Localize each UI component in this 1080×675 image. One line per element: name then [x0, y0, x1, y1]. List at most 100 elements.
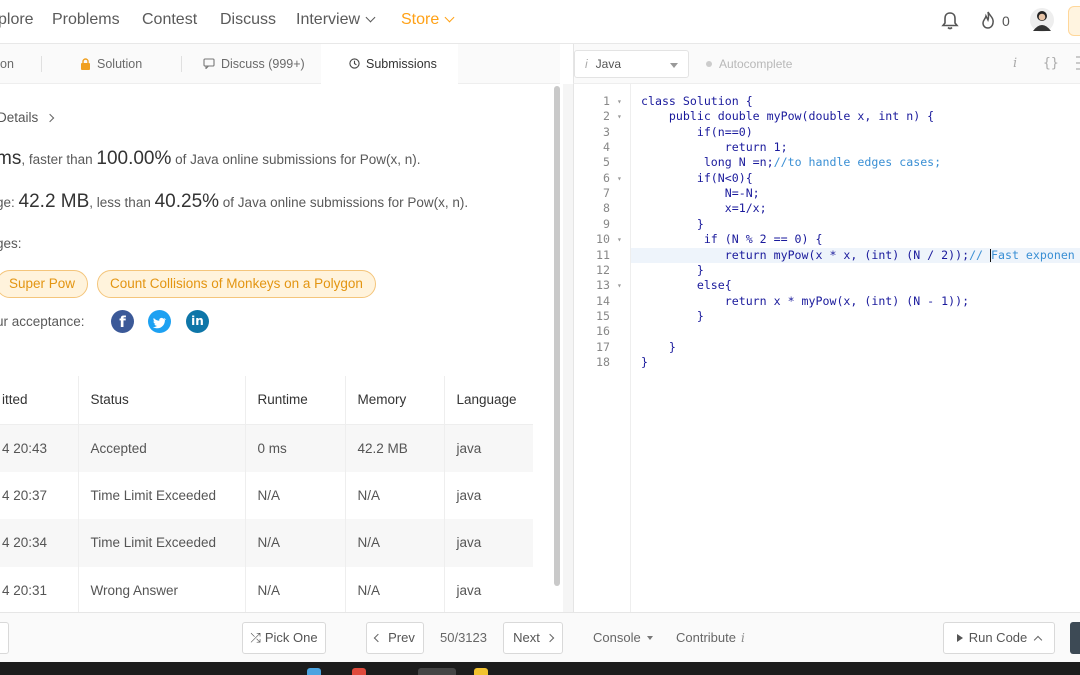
- taskbar-app-icon[interactable]: [474, 668, 488, 675]
- cell-time: 4 20:43: [0, 424, 78, 472]
- tab-submissions[interactable]: Submissions: [321, 44, 458, 84]
- col-time-submitted[interactable]: itted: [0, 376, 78, 425]
- nav-interview[interactable]: Interview: [296, 11, 376, 29]
- code-line: return x * myPow(x, (int) (N - 1));: [641, 294, 969, 309]
- taskbar-app-icon[interactable]: [352, 668, 366, 675]
- cell-status[interactable]: Time Limit Exceeded: [77, 471, 245, 519]
- fold-toggle-icon[interactable]: ▾: [617, 109, 622, 124]
- challenge-tag[interactable]: Super Pow: [0, 270, 89, 298]
- col-runtime[interactable]: Runtime: [244, 376, 345, 425]
- caret-down-icon: [646, 636, 653, 640]
- premium-button[interactable]: [1068, 6, 1080, 36]
- braces-icon[interactable]: {}: [1043, 56, 1059, 71]
- info-icon[interactable]: i: [1013, 56, 1017, 71]
- contribute-link[interactable]: Contribute i: [676, 630, 745, 645]
- fold-toggle-icon[interactable]: ▾: [617, 94, 622, 109]
- tab-divider: [181, 56, 182, 72]
- code-text: }: [641, 216, 704, 231]
- taskbar-app-icon[interactable]: [307, 668, 321, 675]
- fold-toggle-icon[interactable]: ▾: [617, 171, 622, 186]
- comment-icon: [203, 58, 215, 70]
- table-row[interactable]: 4 20:43 Accepted 0 ms 42.2 MB java: [0, 424, 533, 472]
- play-icon: [956, 634, 963, 642]
- next-button[interactable]: Next: [503, 622, 563, 654]
- cell-time: 4 20:37: [2, 487, 48, 503]
- table-row[interactable]: 4 20:37 Time Limit Exceeded N/A N/A java: [0, 471, 533, 519]
- nav-explore[interactable]: plore: [0, 11, 34, 29]
- cell-runtime: 0 ms: [244, 424, 345, 472]
- twitter-share-icon[interactable]: [148, 310, 171, 333]
- line-number: 4: [603, 140, 610, 155]
- tab-description[interactable]: on: [0, 44, 14, 84]
- pick-one-button[interactable]: ⤮ Pick One: [242, 622, 326, 654]
- caret-down-icon: [670, 63, 678, 68]
- chevron-up-icon: [1034, 635, 1043, 645]
- fold-toggle-icon[interactable]: ▾: [617, 278, 622, 293]
- table-row[interactable]: 4 20:34 Time Limit Exceeded N/A N/A java: [0, 519, 533, 567]
- code-line: }: [641, 340, 676, 355]
- runtime-summary: ms, faster than 100.00% of Java online s…: [0, 148, 421, 170]
- problems-list-button[interactable]: [0, 622, 9, 654]
- line-number: 17: [596, 339, 610, 354]
- top-navbar: plore Problems Contest Discuss Interview…: [0, 0, 1080, 44]
- memory-percentile: 40.25%: [154, 191, 220, 212]
- facebook-share-icon[interactable]: f: [111, 310, 134, 333]
- code-editor[interactable]: 1 ▾ 2 ▾ 3 4 5 6 ▾ 7 8 9 10 ▾ 11 12 13 ▾ 14 15 16 17 18 class S…: [573, 84, 1080, 612]
- run-code-button[interactable]: Run Code: [943, 622, 1055, 654]
- chevron-down-icon: [444, 12, 455, 23]
- code-text: }: [641, 262, 704, 277]
- autocomplete-label: Autocomplete: [719, 57, 793, 71]
- settings-icon[interactable]: [1074, 55, 1080, 71]
- left-panel-scrollbar[interactable]: [554, 86, 560, 586]
- info-icon: i: [740, 631, 745, 645]
- flame-icon[interactable]: [979, 10, 997, 30]
- console-toggle[interactable]: Console: [593, 630, 653, 645]
- code-line: x=1/x;: [641, 201, 767, 216]
- tab-discuss[interactable]: Discuss (999+): [203, 44, 305, 84]
- nav-contest[interactable]: Contest: [142, 11, 197, 29]
- problem-tabs: on Solution Discuss (999+) Submissions: [0, 44, 560, 84]
- editor-toolbar: i Java Autocomplete i {}: [573, 44, 1080, 84]
- code-line: if (N % 2 == 0) {: [641, 232, 823, 247]
- code-line: }: [641, 217, 704, 232]
- cell-language: java: [443, 471, 533, 519]
- details-link[interactable]: Details: [0, 110, 55, 125]
- cell-runtime: N/A: [244, 566, 345, 614]
- twitter-bird-icon: [153, 317, 167, 329]
- line-number: 3: [603, 124, 610, 139]
- avatar[interactable]: [1030, 7, 1054, 33]
- taskbar-app-icon[interactable]: [418, 668, 456, 675]
- cell-status[interactable]: Time Limit Exceeded: [77, 519, 245, 567]
- language-select[interactable]: i Java: [574, 50, 689, 78]
- cell-status[interactable]: Accepted: [77, 424, 245, 472]
- table-row[interactable]: 4 20:31 Wrong Answer N/A N/A java: [0, 566, 533, 614]
- line-number: 15: [596, 308, 610, 323]
- nav-interview-label: Interview: [296, 11, 361, 28]
- nav-discuss[interactable]: Discuss: [220, 11, 276, 29]
- challenge-tag[interactable]: Count Collisions of Monkeys on a Polygon: [97, 270, 376, 298]
- bell-icon[interactable]: [941, 11, 959, 31]
- cell-language: java: [443, 566, 533, 614]
- cell-memory: N/A: [344, 519, 444, 567]
- fold-toggle-icon[interactable]: ▾: [617, 232, 622, 247]
- prev-button[interactable]: Prev: [366, 622, 424, 654]
- line-number: 14: [596, 293, 610, 308]
- memory-label: ge:: [0, 195, 15, 210]
- linkedin-share-icon[interactable]: in: [186, 310, 209, 333]
- nav-problems[interactable]: Problems: [52, 11, 120, 29]
- table-header-row: itted Status Runtime Memory Language: [0, 376, 533, 425]
- line-number: 8: [603, 201, 610, 216]
- autocomplete-toggle[interactable]: Autocomplete: [706, 57, 792, 71]
- col-status[interactable]: Status: [77, 376, 245, 425]
- col-memory[interactable]: Memory: [344, 376, 444, 425]
- runtime-unit: ms: [0, 148, 22, 169]
- runtime-text: , faster than: [21, 152, 97, 167]
- tab-solution[interactable]: Solution: [80, 44, 142, 84]
- chevron-right-icon: [545, 633, 555, 643]
- cell-status[interactable]: Wrong Answer: [77, 566, 245, 614]
- cell-language: java: [443, 519, 533, 567]
- nav-store[interactable]: Store: [401, 11, 455, 29]
- submit-button[interactable]: [1070, 622, 1080, 654]
- col-language[interactable]: Language: [443, 376, 533, 425]
- line-number: 5: [603, 155, 610, 170]
